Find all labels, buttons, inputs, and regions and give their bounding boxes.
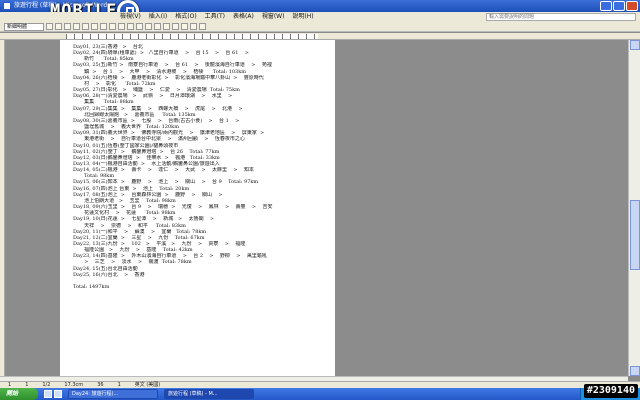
desktop-icon[interactable] — [54, 390, 62, 398]
scrollbar-thumb[interactable] — [630, 200, 640, 270]
image-id-stamp: #2309140 — [583, 384, 638, 398]
minimize-button[interactable] — [600, 1, 612, 11]
taskbar-item-word[interactable]: 旅遊行程 (草稿) - M... — [164, 389, 254, 399]
window-controls — [600, 1, 638, 11]
menu-help[interactable]: 說明(H) — [292, 12, 313, 22]
menu-table[interactable]: 表格(A) — [233, 12, 254, 22]
align-right-icon[interactable] — [172, 23, 179, 30]
menu-bar: 檢視(V) 插入(I) 格式(O) 工具(T) 表格(A) 視窗(W) 說明(H… — [0, 12, 640, 22]
menu-insert[interactable]: 插入(I) — [149, 12, 167, 22]
cut-icon[interactable] — [82, 23, 89, 30]
status-bar: 1 1 1/2 17.3cm 36 1 英文 (美國) — [0, 381, 640, 388]
print-icon[interactable] — [73, 23, 80, 30]
document-workspace: Day01, 23(三)香港 > 台北 Day02, 24(四)騎單(租車處) >… — [5, 40, 628, 376]
font-color-icon[interactable] — [199, 23, 206, 30]
scroll-down-arrow-icon[interactable] — [630, 366, 640, 376]
close-button[interactable] — [626, 1, 638, 11]
word-app-icon[interactable] — [3, 2, 11, 10]
open-folder-icon[interactable] — [55, 23, 62, 30]
copy-icon[interactable] — [91, 23, 98, 30]
undo-icon[interactable] — [109, 23, 116, 30]
document-page[interactable]: Day01, 23(三)香港 > 台北 Day02, 24(四)騎單(租車處) >… — [60, 40, 335, 376]
paste-icon[interactable] — [100, 23, 107, 30]
bullets-icon[interactable] — [181, 23, 188, 30]
numbering-icon[interactable] — [190, 23, 197, 30]
align-center-icon[interactable] — [163, 23, 170, 30]
menu-view[interactable]: 檢視(V) — [120, 12, 141, 22]
ie-icon[interactable] — [44, 390, 52, 398]
save-icon[interactable] — [64, 23, 71, 30]
redo-icon[interactable] — [118, 23, 125, 30]
align-left-icon[interactable] — [154, 23, 161, 30]
menu-format[interactable]: 格式(O) — [175, 12, 196, 22]
help-question-input[interactable]: 輸入需要說明的問題 — [486, 13, 636, 21]
formatting-toolbar: 新細明體 — [0, 22, 640, 32]
quick-launch — [44, 390, 62, 398]
scroll-up-arrow-icon[interactable] — [630, 40, 640, 50]
document-line[interactable]: Total: 1497km — [73, 284, 327, 290]
maximize-button[interactable] — [613, 1, 625, 11]
windows-taskbar: 開始 Day24: 旅遊行程(... 旅遊行程 (草稿) - M... — [0, 388, 640, 400]
menu-tools[interactable]: 工具(T) — [205, 12, 225, 22]
underline-icon[interactable] — [145, 23, 152, 30]
menu-window[interactable]: 視窗(W) — [262, 12, 285, 22]
start-button[interactable]: 開始 — [0, 388, 38, 400]
horizontal-ruler[interactable] — [0, 33, 640, 40]
italic-icon[interactable] — [136, 23, 143, 30]
font-name-select[interactable]: 新細明體 — [4, 22, 44, 31]
ruler-scale — [66, 34, 318, 39]
taskbar-item-browser[interactable]: Day24: 旅遊行程(... — [68, 389, 158, 399]
bold-icon[interactable] — [127, 23, 134, 30]
vertical-scrollbar[interactable] — [628, 40, 640, 376]
new-document-icon[interactable] — [46, 23, 53, 30]
